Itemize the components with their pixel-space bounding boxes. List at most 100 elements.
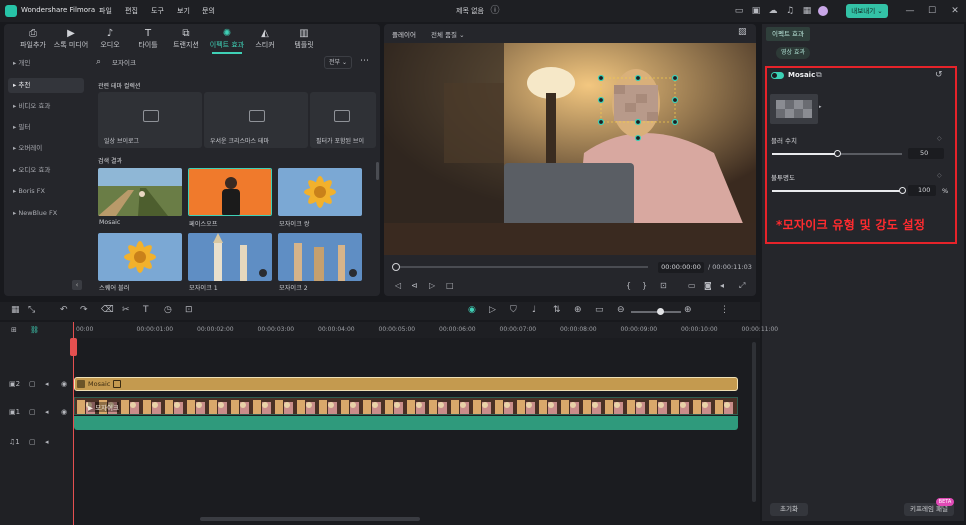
shield-icon[interactable]: ⛉ <box>510 305 517 315</box>
subtitle-icon[interactable]: ▭ <box>595 305 604 315</box>
menu-view[interactable]: 보기 <box>177 6 190 16</box>
minimize-icon[interactable]: — <box>905 6 915 16</box>
folder-icon[interactable]: ▢ <box>29 380 36 388</box>
mute-icon[interactable]: ◂ <box>45 408 49 416</box>
tab-templates[interactable]: ▥ 템플릿 <box>284 28 324 52</box>
tab-audio[interactable]: ♪ 오디오 <box>90 28 130 52</box>
blur-slider-handle[interactable] <box>833 150 841 157</box>
monitor-icon[interactable]: ▭ <box>734 6 744 16</box>
effect-thumb-mosaic-2[interactable] <box>278 233 362 281</box>
split-audio-icon[interactable]: ⇅ <box>553 305 561 315</box>
snapshot-icon[interactable]: ▨ <box>738 27 747 37</box>
theme-card[interactable]: 일상 브이로그 <box>98 92 202 148</box>
zoom-handle[interactable] <box>657 308 664 315</box>
avatar[interactable] <box>818 6 828 16</box>
auto-sync-icon[interactable]: ⊕ <box>574 305 582 315</box>
tab-stickers[interactable]: ◭ 스티커 <box>245 28 285 52</box>
tab-import[interactable]: ⎙ 파일추가 <box>13 28 53 52</box>
microphone-icon[interactable]: ♩ <box>532 305 536 315</box>
link-icon[interactable]: ⛓ <box>30 326 39 334</box>
zoom-in-icon[interactable]: ⊕ <box>684 305 692 315</box>
sidebar-item-boris-fx[interactable]: ▸ Boris FX <box>8 184 84 199</box>
play-icon[interactable]: ▷ <box>429 281 435 290</box>
info-icon[interactable]: ⓘ <box>490 6 500 16</box>
add-track-icon[interactable]: ⊞ <box>11 326 17 334</box>
save-icon[interactable]: ▣ <box>751 6 761 16</box>
sidebar-item-filters[interactable]: ▸ 필터 <box>8 120 84 135</box>
grid-layout-icon[interactable]: ▦ <box>11 305 20 315</box>
zoom-slider[interactable] <box>631 311 681 313</box>
step-back-icon[interactable]: ⊲ <box>411 281 418 290</box>
search-input[interactable]: 모자이크 <box>92 56 320 70</box>
cut-icon[interactable]: ✂ <box>122 305 130 315</box>
mark-out-icon[interactable]: } <box>642 281 647 290</box>
filter-dropdown[interactable]: 전부 ⌄ <box>324 56 352 69</box>
maximize-icon[interactable]: ☐ <box>927 6 937 16</box>
video-clip[interactable] <box>74 397 738 415</box>
folder-icon[interactable]: ▢ <box>29 408 36 416</box>
cloud-icon[interactable]: ☁ <box>768 6 778 16</box>
mosaic-type-selector[interactable] <box>770 94 818 124</box>
render-icon[interactable]: ▷ <box>489 305 496 315</box>
stop-icon[interactable]: □ <box>446 281 454 290</box>
effect-thumb-square-blur[interactable] <box>98 233 182 281</box>
progress-handle[interactable] <box>392 263 400 271</box>
delete-icon[interactable]: ⌫ <box>101 305 114 315</box>
mute-icon[interactable]: ◂ <box>45 438 49 446</box>
video-preview[interactable] <box>384 43 756 255</box>
effect-thumb-mosaic-pair[interactable] <box>278 168 362 216</box>
tab-effects-properties[interactable]: 이펙트 효과 <box>766 27 810 41</box>
sidebar-item-overlays[interactable]: ▸ 오버레이 <box>8 141 84 156</box>
opacity-slider-handle[interactable] <box>898 187 906 194</box>
tab-stock-media[interactable]: ▶ 스톡 미디어 <box>51 28 91 52</box>
undo-icon[interactable]: ↶ <box>60 305 68 315</box>
mute-icon[interactable]: ◂ <box>45 380 49 388</box>
sidebar-item-audio-effects[interactable]: ▸ 오디오 효과 <box>8 163 84 178</box>
eye-icon[interactable]: ◉ <box>61 408 67 416</box>
timeline-vertical-scrollbar[interactable] <box>752 342 756 502</box>
theme-card[interactable]: 우서운 크리스마스 테마 <box>204 92 308 148</box>
quality-dropdown[interactable]: 전체 품질 ⌄ <box>431 29 465 39</box>
sidebar-item-video-effects[interactable]: ▸ 비디오 효과 <box>8 99 84 114</box>
crop-icon[interactable]: ⊡ <box>185 305 193 315</box>
close-icon[interactable]: ✕ <box>950 6 960 16</box>
sidebar-item-recommended[interactable]: ▸ 추천 <box>8 78 84 93</box>
more-options-icon[interactable]: ⋯ <box>360 56 369 66</box>
theme-card[interactable]: 필터가 포함된 브이 <box>310 92 376 148</box>
redo-icon[interactable]: ↷ <box>80 305 88 315</box>
panel-scrollbar[interactable] <box>376 162 379 180</box>
timeline-horizontal-scrollbar[interactable] <box>200 517 420 521</box>
text-tool-icon[interactable]: T <box>143 305 149 315</box>
effect-thumb-mosaic-1[interactable] <box>188 233 272 281</box>
menu-help[interactable]: 문의 <box>202 6 215 16</box>
headset-icon[interactable]: ♫ <box>785 6 795 16</box>
export-button[interactable]: 내보내기 ⌄ <box>846 4 888 18</box>
mark-in-icon[interactable]: { <box>626 281 631 290</box>
dropdown-arrow-icon[interactable]: ▸ <box>819 104 822 110</box>
blur-value-box[interactable]: 50 <box>908 148 944 159</box>
opacity-value-box[interactable]: 100 <box>908 185 936 196</box>
menu-tools[interactable]: 도구 <box>151 6 164 16</box>
copy-icon[interactable]: ⧉ <box>816 70 822 80</box>
clip-marker-icon[interactable]: ⊡ <box>660 281 667 290</box>
effect-clip[interactable] <box>74 377 738 391</box>
zoom-out-icon[interactable]: ⊖ <box>617 305 625 315</box>
select-tool-icon[interactable]: ⤡ <box>28 305 35 315</box>
reset-button[interactable]: 초기화 <box>770 503 808 516</box>
effect-thumb-faceoff[interactable] <box>188 168 272 216</box>
eye-icon[interactable]: ◉ <box>61 380 67 388</box>
effect-thumb-mosaic[interactable] <box>98 168 182 216</box>
sidebar-item-personal[interactable]: ▸ 개인 <box>8 56 84 71</box>
folder-icon[interactable]: ▢ <box>29 438 36 446</box>
menu-edit[interactable]: 편집 <box>125 6 138 16</box>
effect-toggle[interactable] <box>771 72 784 79</box>
speed-icon[interactable]: ◷ <box>164 305 172 315</box>
collapse-sidebar-button[interactable]: ‹ <box>72 280 82 290</box>
sidebar-item-newblue-fx[interactable]: ▸ NewBlue FX <box>8 206 84 221</box>
fullscreen-icon[interactable]: ⤢ <box>739 281 745 291</box>
reset-effect-icon[interactable]: ↺ <box>935 70 943 80</box>
playhead-handle[interactable] <box>70 338 77 356</box>
display-icon[interactable]: ▭ <box>688 281 696 290</box>
tab-titles[interactable]: T 타이틀 <box>128 28 168 52</box>
prev-frame-icon[interactable]: ◁ <box>395 281 401 290</box>
